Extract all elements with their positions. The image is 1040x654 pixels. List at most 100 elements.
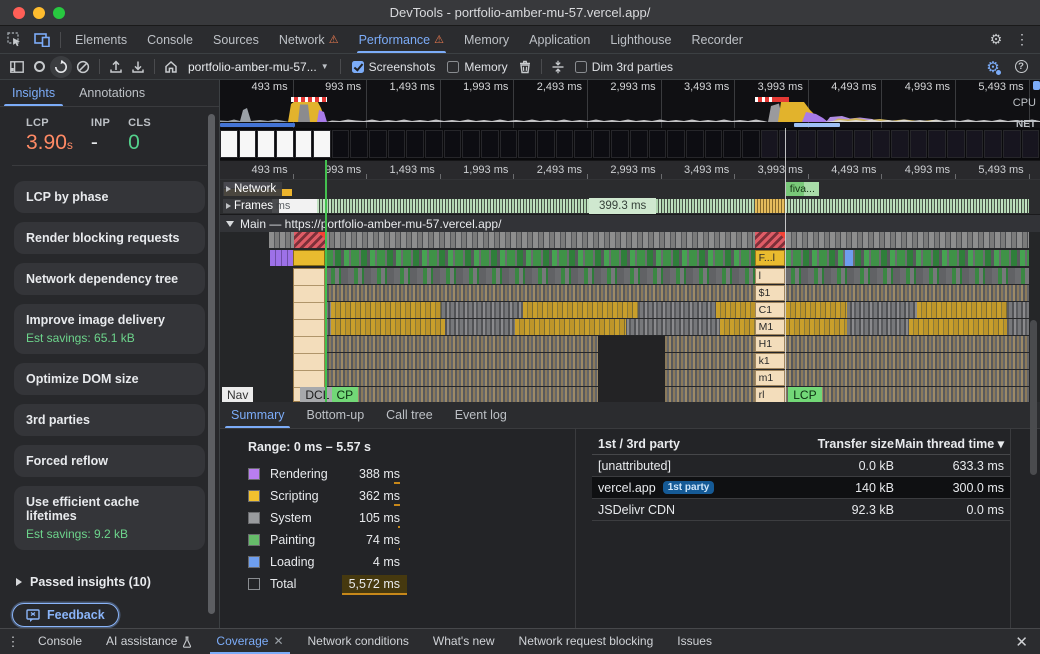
insight-card[interactable]: LCP by phase bbox=[14, 181, 205, 213]
overview-handle[interactable] bbox=[1033, 81, 1040, 90]
screenshot-thumbnail[interactable] bbox=[742, 130, 760, 158]
details-tab-event-log[interactable]: Event log bbox=[444, 402, 518, 428]
screenshot-thumbnail[interactable] bbox=[872, 130, 890, 158]
stack-frame-chip[interactable]: H1 bbox=[755, 336, 785, 352]
table-row[interactable]: JSDelivr CDN92.3 kB0.0 ms bbox=[592, 499, 1010, 521]
drawer-tab-network-conditions[interactable]: Network conditions bbox=[296, 629, 421, 654]
screenshot-thumbnail[interactable] bbox=[295, 130, 313, 158]
screenshot-thumbnail[interactable] bbox=[1003, 130, 1021, 158]
table-row[interactable]: [unattributed]0.0 kB633.3 ms bbox=[592, 455, 1010, 477]
screenshot-thumbnail[interactable] bbox=[686, 130, 704, 158]
screenshot-thumbnail[interactable] bbox=[518, 130, 536, 158]
screenshot-thumbnail[interactable] bbox=[481, 130, 499, 158]
toggle-sidebar-icon[interactable] bbox=[6, 56, 28, 78]
insight-card[interactable]: Improve image deliveryEst savings: 65.1 … bbox=[14, 304, 205, 354]
frame-duration-chip[interactable]: 399.3 ms bbox=[589, 198, 656, 214]
dim-3rd-parties-checkbox[interactable]: Dim 3rd parties bbox=[569, 60, 679, 74]
screenshot-thumbnail[interactable] bbox=[369, 130, 387, 158]
drawer-tab-what's-new[interactable]: What's new bbox=[421, 629, 507, 654]
tab-application[interactable]: Application bbox=[519, 26, 600, 53]
screenshot-thumbnail[interactable] bbox=[966, 130, 984, 158]
screenshot-thumbnail[interactable] bbox=[723, 130, 741, 158]
drawer-kebab-menu-icon[interactable]: ⋮ bbox=[0, 634, 26, 650]
screenshot-thumbnail[interactable] bbox=[835, 130, 853, 158]
sidebar-scrollbar[interactable] bbox=[208, 114, 215, 614]
insight-card[interactable]: Network dependency tree bbox=[14, 263, 205, 295]
screenshot-thumbnail[interactable] bbox=[667, 130, 685, 158]
screenshot-thumbnail[interactable] bbox=[928, 130, 946, 158]
passed-insights-toggle[interactable]: Passed insights (10) bbox=[16, 575, 205, 589]
kebab-menu-icon[interactable]: ⋮ bbox=[1010, 28, 1034, 52]
insight-card[interactable]: Optimize DOM size bbox=[14, 363, 205, 395]
screenshot-thumbnail[interactable] bbox=[444, 130, 462, 158]
screenshot-thumbnail[interactable] bbox=[574, 130, 592, 158]
tab-lighthouse[interactable]: Lighthouse bbox=[600, 26, 681, 53]
main-thread-header[interactable]: Main — https://portfolio-amber-mu-57.ver… bbox=[220, 214, 1040, 232]
tab-recorder[interactable]: Recorder bbox=[681, 26, 752, 53]
screenshot-thumbnail[interactable] bbox=[239, 130, 257, 158]
screenshot-thumbnail[interactable] bbox=[556, 130, 574, 158]
marker-lcp[interactable]: LCP bbox=[788, 387, 821, 402]
settings-gear-icon[interactable]: ⚙ bbox=[984, 28, 1008, 52]
screenshot-thumbnail[interactable] bbox=[761, 130, 779, 158]
screenshot-thumbnail[interactable] bbox=[630, 130, 648, 158]
garbage-collect-icon[interactable] bbox=[514, 56, 536, 78]
network-track-toggle[interactable]: Network bbox=[223, 182, 282, 196]
network-track[interactable]: Network fiva... bbox=[220, 180, 1040, 198]
tab-network[interactable]: Network⚠ bbox=[269, 26, 349, 53]
screenshot-thumbnail[interactable] bbox=[779, 130, 797, 158]
marker-dcl[interactable]: DCL bbox=[300, 387, 334, 402]
tab-sources[interactable]: Sources bbox=[203, 26, 269, 53]
tab-performance[interactable]: Performance⚠ bbox=[349, 26, 454, 53]
drawer-tab-issues[interactable]: Issues bbox=[665, 629, 724, 654]
marker-cp[interactable]: CP bbox=[332, 387, 359, 402]
screenshot-thumbnail[interactable] bbox=[537, 130, 555, 158]
profile-history-select[interactable]: portfolio-amber-mu-57... ▼ bbox=[182, 60, 335, 74]
timeline-scrollbar[interactable] bbox=[1030, 320, 1037, 475]
screenshot-thumbnail[interactable] bbox=[257, 130, 275, 158]
screenshot-thumbnail[interactable] bbox=[611, 130, 629, 158]
screenshot-thumbnail[interactable] bbox=[705, 130, 723, 158]
screenshot-thumbnail[interactable] bbox=[313, 130, 331, 158]
details-tab-call-tree[interactable]: Call tree bbox=[375, 402, 444, 428]
capture-settings-gear-icon[interactable]: ⚙ bbox=[982, 56, 1004, 78]
stack-frame-chip[interactable]: $1 bbox=[755, 285, 785, 301]
close-tab-icon[interactable]: ✕ bbox=[273, 629, 283, 654]
drawer-tab-console[interactable]: Console bbox=[26, 629, 94, 654]
screenshot-thumbnail[interactable] bbox=[462, 130, 480, 158]
stack-frame-chip[interactable]: rl bbox=[755, 387, 785, 402]
frames-track-toggle[interactable]: Frames bbox=[223, 199, 279, 213]
screenshot-thumbnail[interactable] bbox=[500, 130, 518, 158]
screenshot-filmstrip[interactable] bbox=[220, 128, 1040, 160]
drawer-tab-ai-assistance[interactable]: AI assistance bbox=[94, 629, 204, 654]
network-request-chip[interactable]: fiva... bbox=[786, 182, 819, 196]
sidebar-tab-insights[interactable]: Insights bbox=[0, 80, 67, 106]
table-row[interactable]: vercel.app1st party140 kB300.0 ms bbox=[592, 477, 1010, 499]
stack-frame-chip[interactable]: F...l bbox=[755, 250, 785, 266]
insight-card[interactable]: Use efficient cache lifetimesEst savings… bbox=[14, 486, 205, 550]
screenshot-thumbnail[interactable] bbox=[891, 130, 909, 158]
drawer-close-icon[interactable]: ✕ bbox=[1015, 633, 1028, 651]
screenshots-checkbox[interactable]: Screenshots bbox=[346, 60, 442, 74]
screenshot-thumbnail[interactable] bbox=[947, 130, 965, 158]
stack-frame-chip[interactable]: k1 bbox=[755, 353, 785, 369]
record-and-reload-button[interactable] bbox=[50, 56, 72, 78]
column-header[interactable]: 1st / 3rd party bbox=[598, 437, 779, 451]
screenshot-thumbnail[interactable] bbox=[910, 130, 928, 158]
screenshot-thumbnail[interactable] bbox=[388, 130, 406, 158]
tab-memory[interactable]: Memory bbox=[454, 26, 519, 53]
screenshot-thumbnail[interactable] bbox=[984, 130, 1002, 158]
stack-frame-chip[interactable]: C1 bbox=[755, 302, 785, 318]
screenshot-thumbnail[interactable] bbox=[276, 130, 294, 158]
record-button[interactable] bbox=[28, 56, 50, 78]
details-tab-summary[interactable]: Summary bbox=[220, 402, 295, 428]
home-icon[interactable] bbox=[160, 56, 182, 78]
upload-profile-icon[interactable] bbox=[105, 56, 127, 78]
screenshot-thumbnail[interactable] bbox=[350, 130, 368, 158]
screenshot-thumbnail[interactable] bbox=[649, 130, 667, 158]
stack-frame-chip[interactable]: m1 bbox=[755, 370, 785, 386]
flame-chart[interactable]: F...ll$1C1M1H1k1m1rl NavDCLCPLCP bbox=[220, 232, 1040, 402]
tab-elements[interactable]: Elements bbox=[65, 26, 137, 53]
column-header[interactable]: Transfer size bbox=[779, 437, 894, 451]
sidebar-tab-annotations[interactable]: Annotations bbox=[67, 80, 157, 106]
